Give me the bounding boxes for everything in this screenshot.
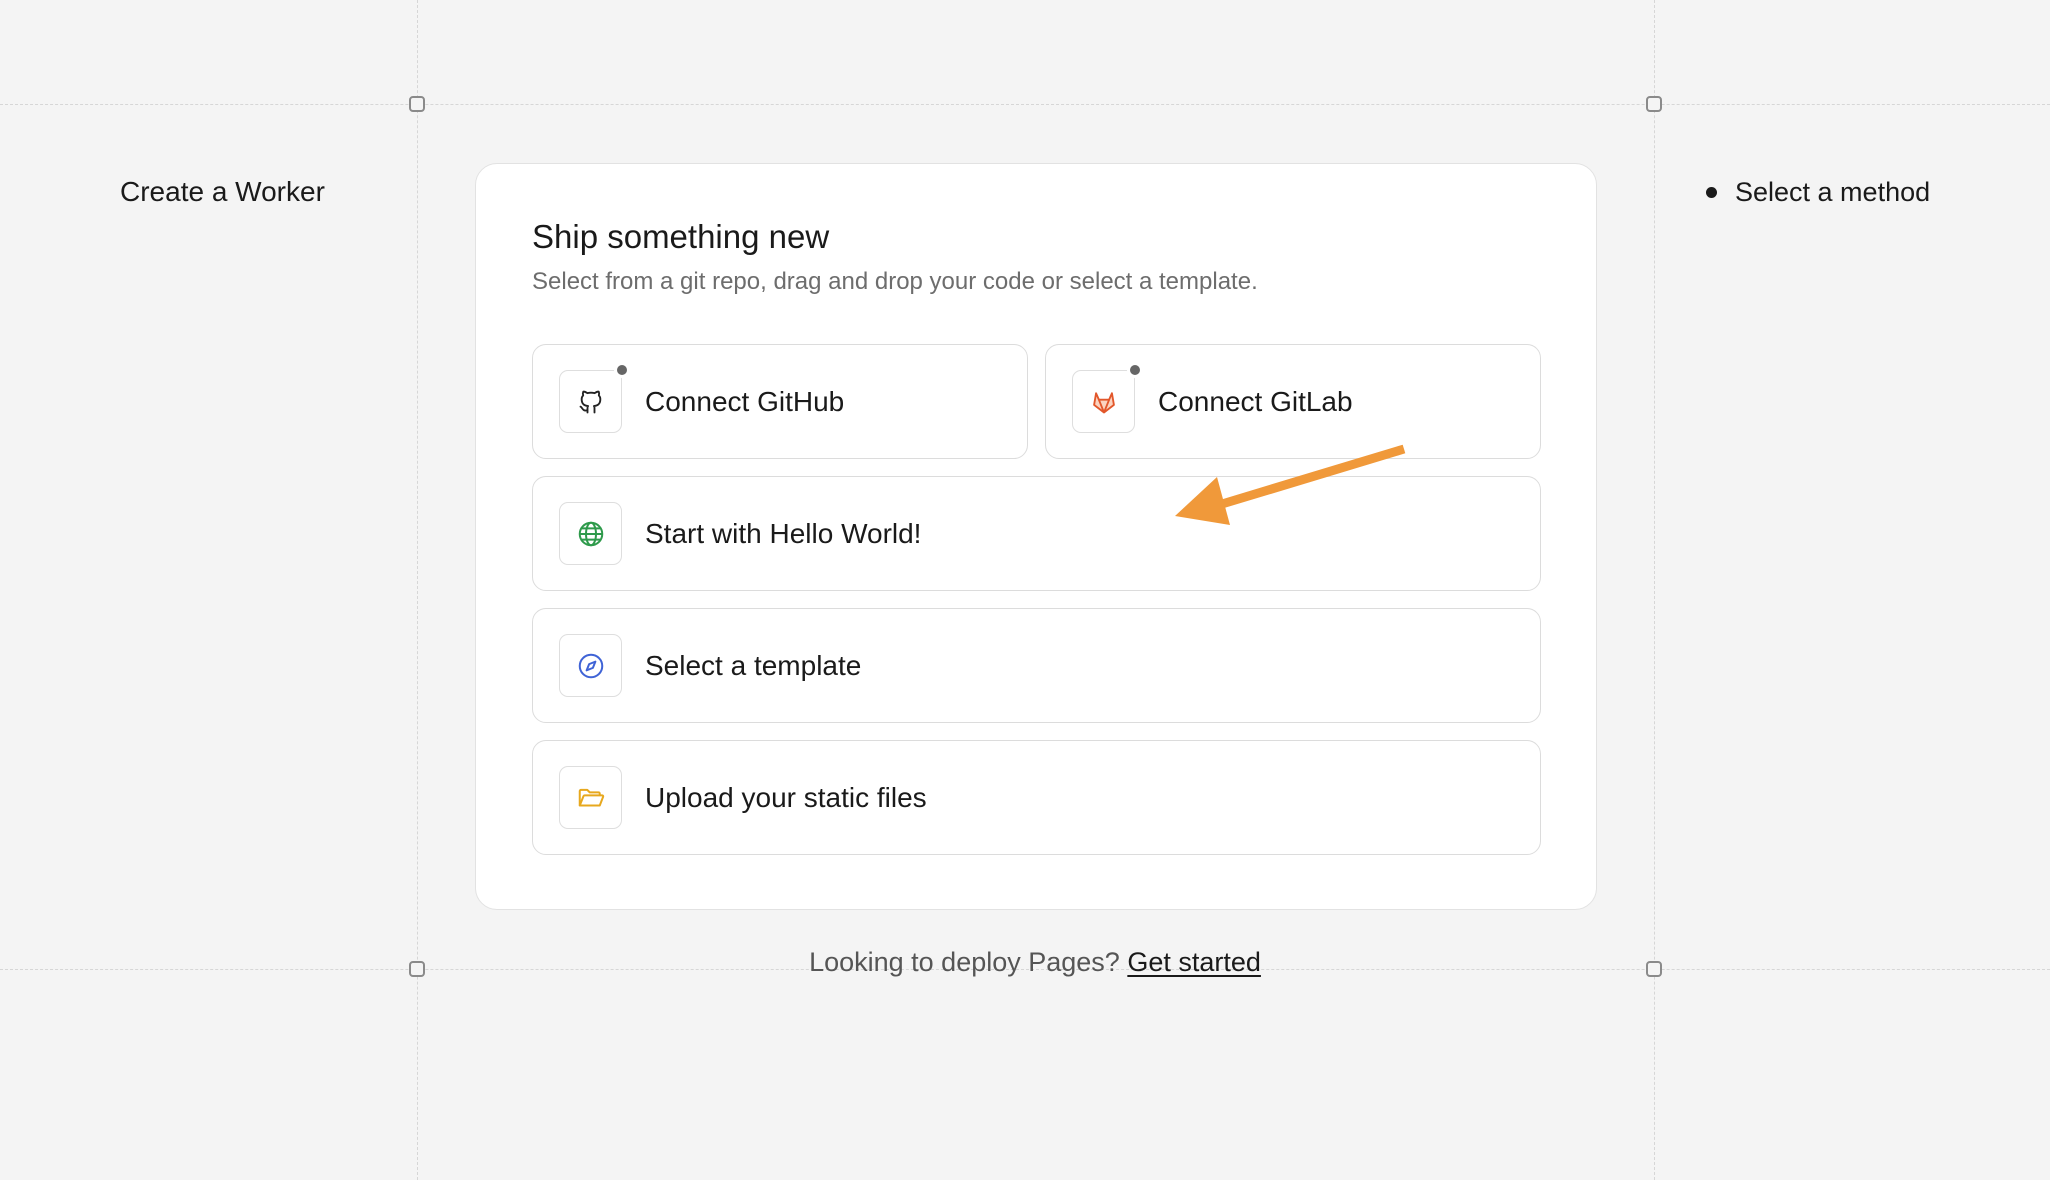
select-template-label: Select a template xyxy=(645,649,862,681)
select-template-button[interactable]: Select a template xyxy=(532,608,1541,723)
github-icon xyxy=(559,362,630,433)
guide-line-left xyxy=(417,0,418,1180)
status-dot xyxy=(614,362,630,378)
connect-gitlab-label: Connect GitLab xyxy=(1158,385,1353,417)
hello-world-button[interactable]: Start with Hello World! xyxy=(532,476,1541,591)
upload-static-files-label: Upload your static files xyxy=(645,781,927,813)
compass-icon xyxy=(559,634,622,697)
footer-text: Looking to deploy Pages? xyxy=(809,947,1120,977)
get-started-link[interactable]: Get started xyxy=(1127,947,1261,977)
step-bullet-icon xyxy=(1706,187,1717,198)
globe-icon xyxy=(559,502,622,565)
connect-github-label: Connect GitHub xyxy=(645,385,845,417)
hello-world-label: Start with Hello World! xyxy=(645,517,922,549)
page-title: Create a Worker xyxy=(120,176,325,207)
card-subtitle: Select from a git repo, drag and drop yo… xyxy=(532,268,1258,295)
page: Create a Worker Select a method Ship som… xyxy=(0,0,2050,1180)
guide-line-right xyxy=(1654,0,1655,1180)
method-card: Ship something new Select from a git rep… xyxy=(475,163,1597,910)
corner-handle xyxy=(409,96,425,112)
guide-line-top xyxy=(0,104,2050,105)
connect-github-button[interactable]: Connect GitHub xyxy=(532,344,1028,459)
step-label: Select a method xyxy=(1735,177,1931,207)
card-title: Ship something new xyxy=(532,218,830,255)
upload-static-files-button[interactable]: Upload your static files xyxy=(532,740,1541,855)
connect-gitlab-button[interactable]: Connect GitLab xyxy=(1045,344,1541,459)
status-dot xyxy=(1127,362,1143,378)
footer: Looking to deploy Pages? Get started xyxy=(0,947,2050,978)
corner-handle xyxy=(1646,96,1662,112)
folder-open-icon xyxy=(559,766,622,829)
gitlab-icon xyxy=(1072,362,1143,433)
step-indicator: Select a method xyxy=(1706,177,1930,208)
